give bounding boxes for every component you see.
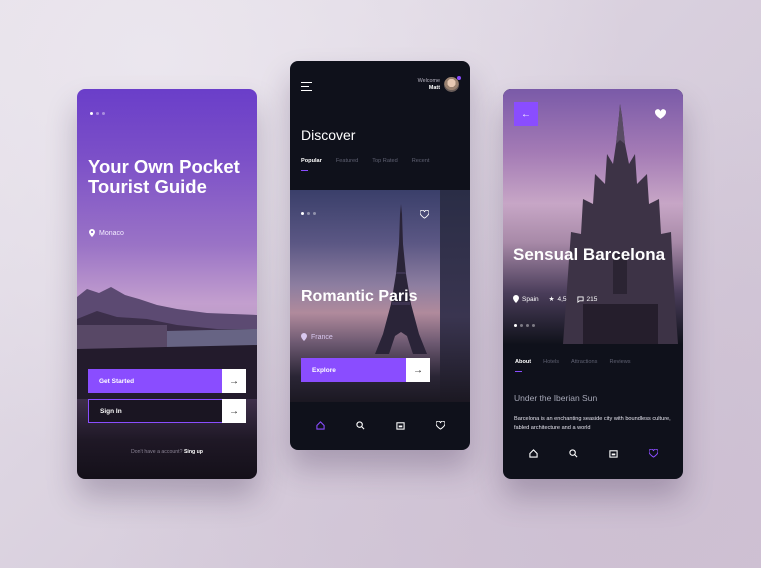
carousel-dots[interactable] bbox=[301, 212, 316, 215]
country-text: Spain bbox=[522, 295, 539, 303]
pin-icon bbox=[89, 229, 95, 237]
discover-tabs: Popular Featured Top Rated Recent bbox=[301, 158, 443, 171]
heart-icon[interactable] bbox=[435, 420, 445, 430]
signup-prompt-text: Don't have a account? bbox=[131, 449, 183, 455]
card-location: France bbox=[301, 333, 333, 341]
arrow-right-icon: → bbox=[222, 399, 246, 423]
location-label: Monaco bbox=[89, 229, 124, 237]
tab-attractions[interactable]: Attractions bbox=[571, 359, 597, 365]
search-icon[interactable] bbox=[355, 420, 365, 430]
arrow-right-icon: → bbox=[222, 369, 246, 393]
arrow-right-icon: → bbox=[406, 358, 430, 382]
cathedral-image bbox=[563, 104, 678, 344]
detail-meta: Spain ★ 4,5 215 bbox=[513, 295, 597, 303]
discover-screen: Welcome Matt Discover Popular Featured T… bbox=[290, 61, 470, 450]
card-title: Romantic Paris bbox=[301, 288, 418, 305]
search-icon[interactable] bbox=[568, 448, 578, 458]
meta-country: Spain bbox=[513, 295, 539, 303]
explore-button[interactable]: Explore → bbox=[301, 358, 430, 382]
tab-popular[interactable]: Popular bbox=[301, 158, 322, 171]
tab-top-rated[interactable]: Top Rated bbox=[372, 158, 398, 164]
eiffel-tower-image bbox=[375, 204, 427, 354]
signup-prompt: Don't have a account? Sing up bbox=[77, 449, 257, 455]
pin-icon bbox=[301, 333, 307, 341]
back-button[interactable]: ← bbox=[514, 102, 538, 126]
get-started-label: Get Started bbox=[88, 369, 222, 393]
detail-tabs: About Hotels Attractions Reviews bbox=[515, 359, 643, 372]
description-text: Barcelona is an enchanting seaside city … bbox=[514, 416, 671, 431]
signup-link[interactable]: Sing up bbox=[184, 449, 203, 455]
get-started-button[interactable]: Get Started → bbox=[88, 369, 246, 393]
comment-icon bbox=[576, 295, 584, 303]
user-name: Matt bbox=[428, 85, 440, 91]
pin-icon bbox=[513, 295, 519, 303]
avatar[interactable] bbox=[444, 76, 461, 92]
tab-about[interactable]: About bbox=[515, 359, 531, 372]
home-icon[interactable] bbox=[528, 448, 538, 458]
tab-recent[interactable]: Recent bbox=[412, 158, 430, 164]
meta-rating: ★ 4,5 bbox=[548, 295, 567, 304]
calendar-icon[interactable] bbox=[395, 420, 405, 430]
detail-title: Sensual Barcelona bbox=[513, 245, 666, 264]
card-location-text: France bbox=[311, 333, 333, 341]
sign-in-label: Sign In bbox=[88, 399, 222, 423]
welcome-label: Welcome bbox=[417, 78, 440, 84]
page-title: Discover bbox=[301, 127, 356, 143]
onboarding-screen: Your Own Pocket Tourist Guide Monaco Get… bbox=[77, 89, 257, 479]
star-icon: ★ bbox=[548, 296, 555, 303]
tab-hotels[interactable]: Hotels bbox=[543, 359, 559, 365]
next-card-peek[interactable] bbox=[440, 190, 470, 402]
carousel-dots[interactable] bbox=[90, 112, 105, 115]
calendar-icon[interactable] bbox=[608, 448, 618, 458]
welcome-text: Welcome Matt bbox=[418, 78, 440, 92]
menu-icon[interactable] bbox=[301, 82, 312, 94]
rating-text: 4,5 bbox=[557, 295, 567, 303]
detail-screen: ← Sensual Barcelona Spain ★ 4,5 215 Abou… bbox=[503, 89, 683, 479]
bottom-nav bbox=[503, 441, 683, 465]
meta-comments: 215 bbox=[576, 295, 598, 303]
tab-reviews[interactable]: Reviews bbox=[609, 359, 630, 365]
bottom-nav bbox=[290, 411, 470, 439]
home-icon[interactable] bbox=[315, 420, 325, 430]
onboarding-title: Your Own Pocket Tourist Guide bbox=[88, 156, 240, 197]
explore-label: Explore bbox=[301, 358, 406, 382]
heart-icon[interactable] bbox=[655, 109, 666, 120]
location-text: Monaco bbox=[99, 229, 124, 237]
section-subtitle: Under the Iberian Sun bbox=[514, 393, 598, 403]
comments-text: 215 bbox=[586, 295, 598, 303]
sign-in-button[interactable]: Sign In → bbox=[88, 399, 246, 423]
heart-icon[interactable] bbox=[648, 448, 658, 458]
carousel-dots[interactable] bbox=[514, 324, 535, 327]
tab-featured[interactable]: Featured bbox=[336, 158, 358, 164]
